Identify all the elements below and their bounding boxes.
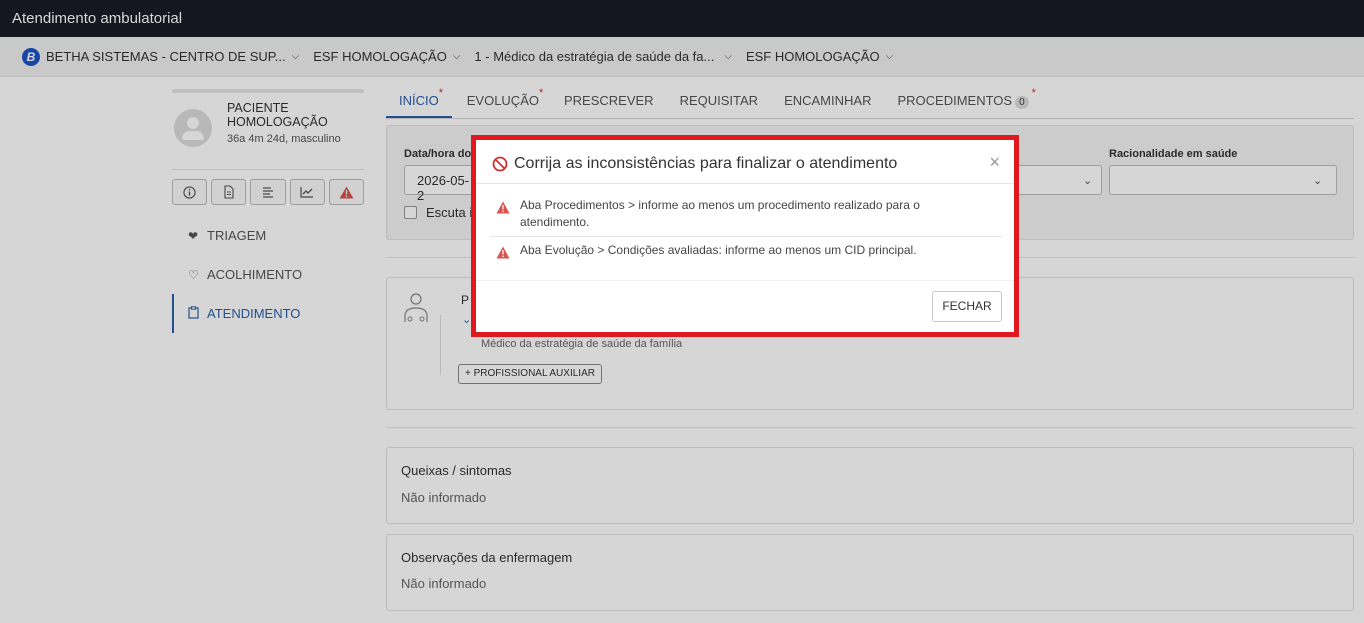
error-message-text: Aba Evolução > Condições avaliadas: info…: [520, 243, 917, 257]
error-message: Aba Evolução > Condições avaliadas: info…: [490, 242, 1002, 259]
divider: [476, 280, 1014, 281]
warning-icon: [496, 201, 510, 214]
ban-icon: [492, 156, 508, 172]
divider: [490, 236, 1002, 237]
close-button[interactable]: FECHAR: [932, 291, 1002, 322]
error-message: Aba Procedimentos > informe ao menos um …: [490, 197, 1002, 231]
validation-modal: Corrija as inconsistências para finaliza…: [471, 135, 1019, 337]
error-message-text: Aba Procedimentos > informe ao menos um …: [520, 198, 920, 229]
modal-title: Corrija as inconsistências para finaliza…: [514, 155, 898, 172]
warning-icon: [496, 246, 510, 259]
close-icon[interactable]: ×: [989, 152, 1000, 173]
modal-header: Corrija as inconsistências para finaliza…: [476, 140, 1014, 184]
